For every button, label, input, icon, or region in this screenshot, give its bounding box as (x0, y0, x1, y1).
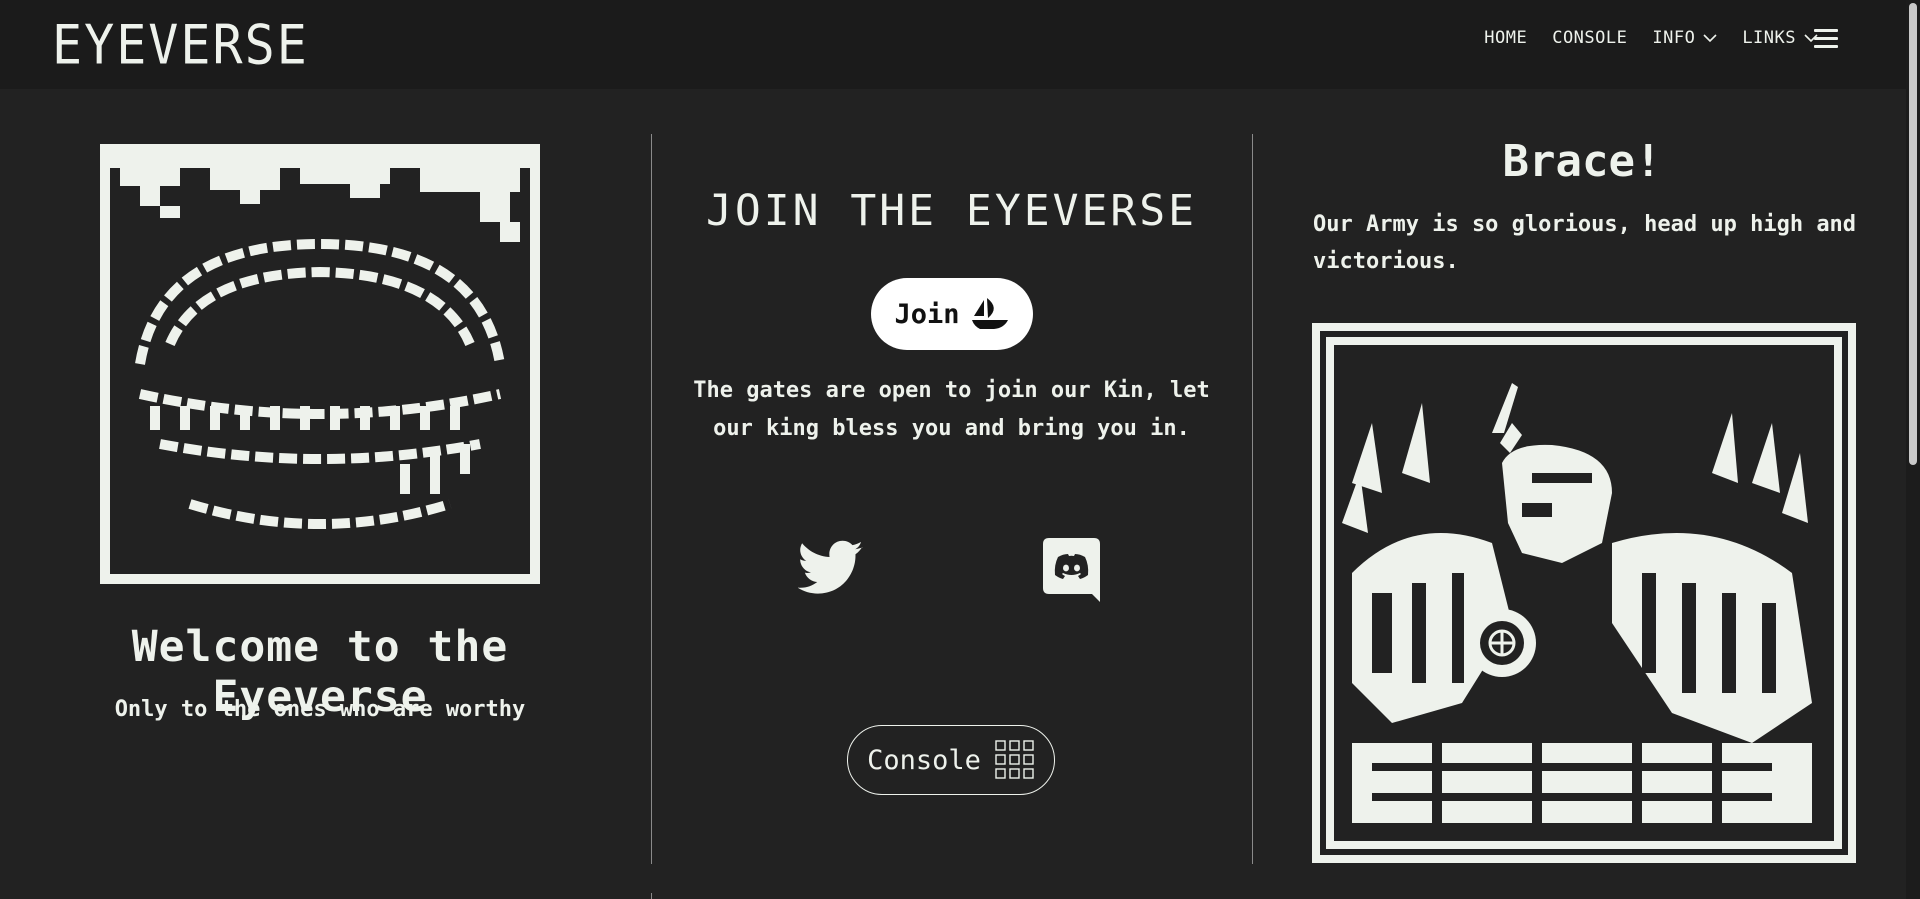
nav-menu: HOME CONSOLE INFO LINKS (1484, 28, 1818, 48)
column-divider (1252, 134, 1253, 864)
pixel-knight-icon (1312, 323, 1856, 863)
pixel-mouth-icon (100, 144, 540, 584)
nav-info-dropdown[interactable]: INFO (1652, 28, 1717, 48)
welcome-subtitle: Only to the ones who are worthy (114, 697, 526, 722)
brace-title: Brace! (1502, 136, 1662, 187)
nav-links-dropdown[interactable]: LINKS (1742, 28, 1818, 48)
nav-links-label: LINKS (1742, 28, 1796, 48)
opensea-ship-icon (971, 298, 1008, 329)
column-divider (651, 893, 652, 899)
column-divider (651, 134, 652, 864)
page-scrollbar[interactable] (1906, 0, 1920, 899)
brand-logo[interactable]: EYEVERSE (52, 14, 309, 77)
console-button[interactable]: Console (847, 725, 1055, 795)
chevron-down-icon (1703, 34, 1717, 43)
scrollbar-thumb[interactable] (1909, 3, 1917, 465)
nav-home[interactable]: HOME (1484, 28, 1527, 48)
nav-info-label: INFO (1652, 28, 1696, 48)
join-description: The gates are open to join our Kin, let … (693, 378, 1210, 441)
grid-icon (995, 740, 1034, 779)
nav-console[interactable]: CONSOLE (1552, 28, 1627, 48)
console-button-label: Console (867, 744, 981, 776)
join-button[interactable]: Join (871, 278, 1033, 350)
join-button-label: Join (894, 298, 960, 330)
top-navigation-bar: EYEVERSE HOME CONSOLE INFO LINKS (0, 0, 1906, 89)
discord-icon[interactable] (1043, 538, 1100, 602)
nav-home-label: HOME (1484, 28, 1528, 48)
hamburger-icon[interactable] (1814, 29, 1838, 49)
join-title: JOIN THE EYEVERSE (705, 186, 1198, 236)
twitter-icon[interactable] (798, 540, 864, 596)
nav-console-label: CONSOLE (1552, 28, 1628, 48)
army-description: Our Army is so glorious, head up high an… (1313, 212, 1857, 274)
